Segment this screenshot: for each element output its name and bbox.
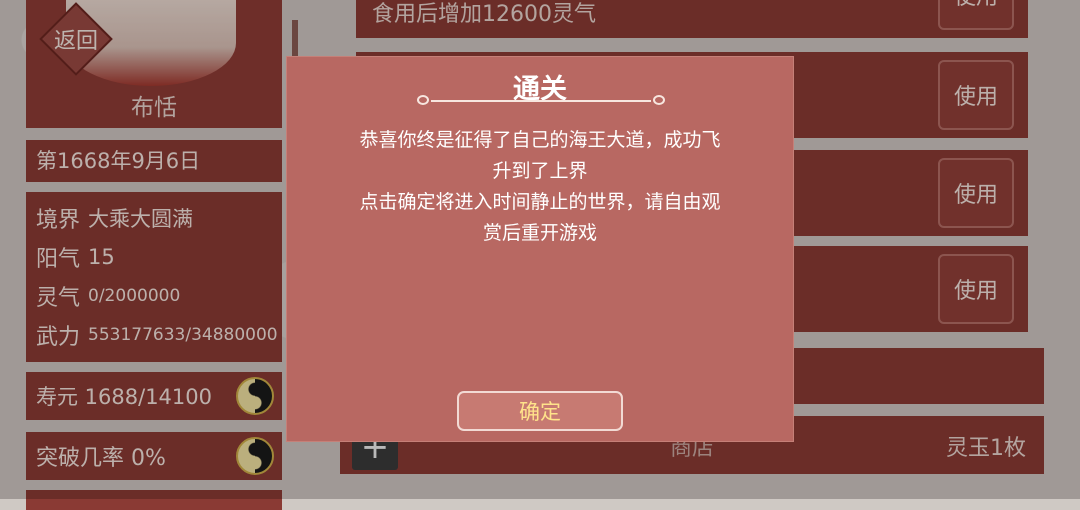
dialog-message: 恭喜你终是征得了自己的海王大道，成功飞 升到了上界 点击确定将进入时间静止的世界…	[321, 125, 759, 249]
ornament-swirl	[653, 95, 665, 105]
dialog-line: 升到了上界	[492, 160, 588, 182]
confirm-button[interactable]: 确定	[457, 391, 623, 431]
dialog-line: 恭喜你终是征得了自己的海王大道，成功飞	[359, 129, 721, 151]
level-clear-dialog: 通关 恭喜你终是征得了自己的海王大道，成功飞 升到了上界 点击确定将进入时间静止…	[286, 56, 794, 442]
dialog-line: 赏后重开游戏	[482, 222, 597, 244]
title-ornament	[417, 95, 665, 107]
ornament-swirl	[417, 95, 429, 105]
dialog-line: 点击确定将进入时间静止的世界，请自由观	[359, 191, 721, 213]
ornament-line	[431, 100, 651, 102]
